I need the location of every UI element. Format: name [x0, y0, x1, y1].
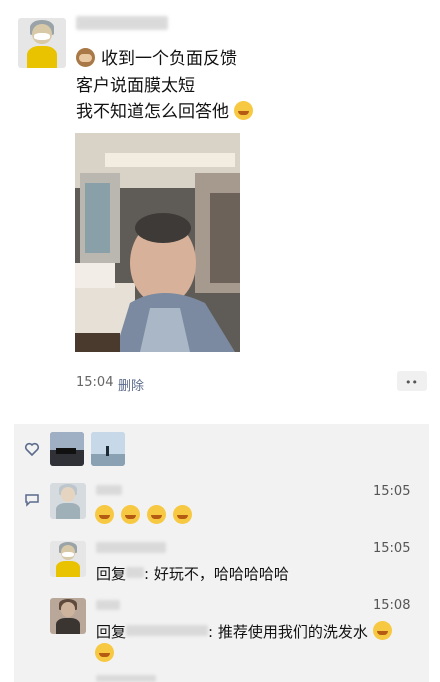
- poster-name-blurred[interactable]: [76, 16, 168, 30]
- heart-icon: [24, 441, 40, 457]
- laugh-emoji-icon: [173, 505, 193, 524]
- reply-target-blurred[interactable]: [126, 567, 145, 578]
- more-icon: ••: [405, 376, 418, 389]
- photo-image: [75, 133, 240, 352]
- delete-link[interactable]: 删除: [118, 375, 144, 394]
- poster-avatar[interactable]: [18, 18, 66, 68]
- comment-time: 15:05: [373, 484, 411, 499]
- laugh-emoji-icon: [121, 505, 141, 524]
- next-comment-blurred: [96, 675, 156, 682]
- monkey-icon: [76, 48, 95, 67]
- like-avatar[interactable]: [50, 432, 84, 466]
- commenter-name-blurred[interactable]: [96, 542, 166, 553]
- more-button[interactable]: ••: [397, 371, 427, 391]
- reply-target-blurred[interactable]: [126, 625, 209, 636]
- comment-text: 回复: 好玩不，哈哈哈哈哈: [96, 565, 289, 583]
- post-line-2: 客户说面膜太短: [76, 76, 195, 96]
- post-time: 15:04: [76, 375, 114, 390]
- comment-emoji-wrap: [95, 643, 114, 663]
- laugh-emoji-icon: [372, 621, 392, 640]
- comment-time: 15:05: [373, 541, 411, 556]
- laugh-emoji-icon: [95, 643, 114, 662]
- laugh-emoji-icon: [234, 101, 254, 120]
- commenter-name-blurred[interactable]: [96, 485, 122, 495]
- comment-text: 回复: 推荐使用我们的洗发水: [96, 621, 392, 642]
- laugh-emoji-icon: [147, 505, 167, 524]
- commenter-avatar[interactable]: [50, 541, 86, 577]
- laugh-emoji-icon: [95, 505, 114, 524]
- comment-icon: [24, 492, 40, 507]
- commenter-avatar[interactable]: [50, 483, 86, 519]
- post-line-1: 收到一个负面反馈: [76, 48, 237, 70]
- commenter-avatar[interactable]: [50, 598, 86, 634]
- emoji-row: [95, 505, 193, 525]
- post-line-3: 我不知道怎么回答他: [76, 101, 254, 123]
- post-photo[interactable]: [75, 133, 240, 352]
- like-avatar[interactable]: [91, 432, 125, 466]
- commenter-name-blurred[interactable]: [96, 600, 120, 610]
- comment-time: 15:08: [373, 598, 411, 613]
